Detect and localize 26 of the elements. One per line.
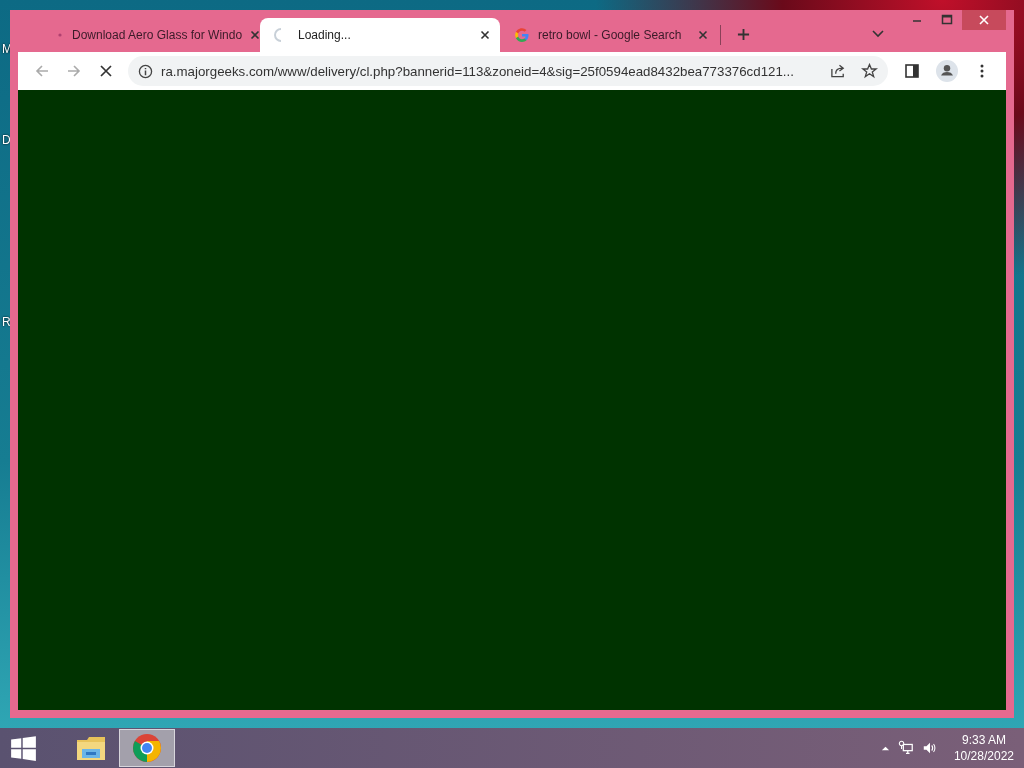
browser-tab[interactable]: retro bowl - Google Search	[500, 18, 718, 52]
windows-start-icon[interactable]	[10, 734, 37, 762]
clock-date[interactable]: 10/28/2022	[953, 748, 1014, 764]
desktop-icon-label[interactable]: M	[2, 42, 12, 56]
close-tab-icon[interactable]	[250, 30, 261, 40]
speaker-icon[interactable]	[921, 740, 938, 756]
close-tab-icon[interactable]	[480, 30, 490, 40]
clock-time[interactable]: 9:33 AM	[961, 732, 1006, 748]
bookmark-star-icon[interactable]	[861, 63, 878, 79]
chrome-icon	[131, 732, 163, 764]
info-icon[interactable]	[138, 63, 153, 79]
tab-search-icon[interactable]	[872, 30, 884, 38]
address-bar[interactable]: ra.majorgeeks.com/www/delivery/cl.php?bannerid=113&zoneid=4&sig=25f0594ead8432bea773376cd121...	[128, 56, 888, 86]
url-text: ra.majorgeeks.com/www/delivery/cl.php?bannerid=113&zoneid=4&sig=25f0594ead8432bea773376cd121...	[161, 63, 795, 79]
loading-spinner-icon	[274, 28, 282, 42]
network-icon[interactable]	[897, 740, 914, 756]
close-icon[interactable]	[962, 10, 1006, 30]
browser-tab[interactable]: Download Aero Glass for Windo	[42, 18, 260, 52]
browser-tab[interactable]: Loading...	[260, 18, 500, 52]
new-tab-icon[interactable]	[737, 28, 750, 41]
taskbar-app[interactable]	[119, 729, 175, 767]
google-icon	[514, 27, 530, 43]
desktop-icon-label[interactable]: D	[2, 133, 11, 147]
desktop-icon-label[interactable]: R	[2, 315, 11, 329]
share-icon[interactable]	[830, 63, 847, 79]
favicon-icon	[58, 33, 62, 37]
